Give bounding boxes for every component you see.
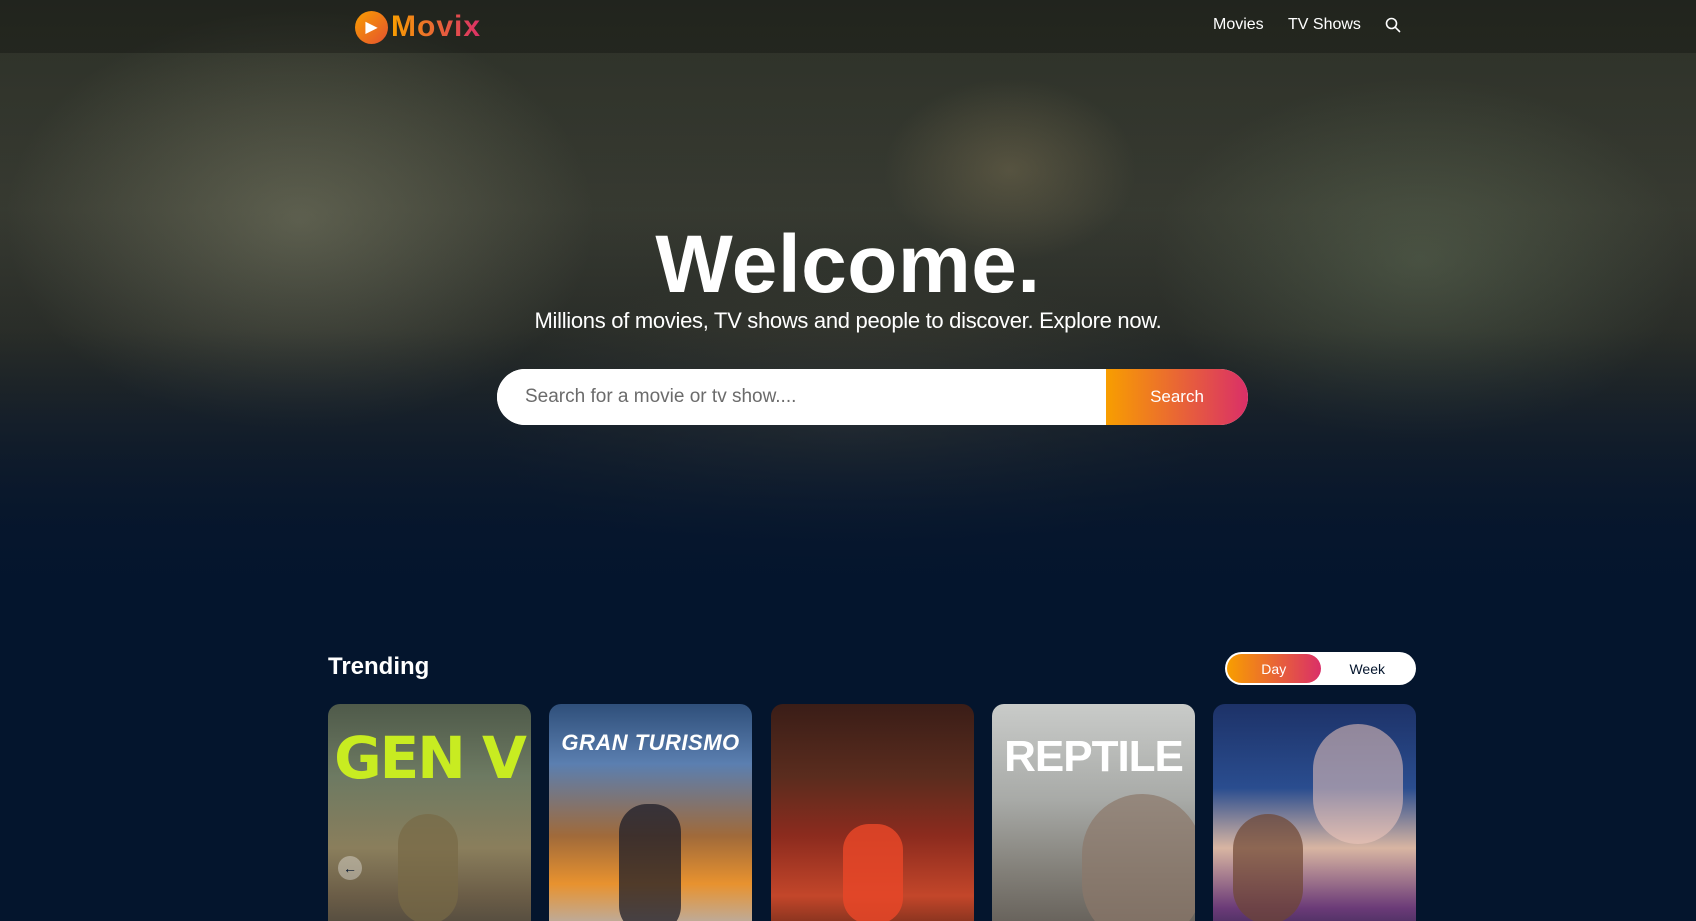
- poster-figure: [619, 804, 681, 921]
- movie-card[interactable]: REPTILE: [992, 704, 1195, 921]
- hero-content: Welcome. Millions of movies, TV shows an…: [0, 222, 1696, 334]
- poster-figure: [1313, 724, 1403, 844]
- search-input[interactable]: [497, 369, 1106, 425]
- tab-day[interactable]: Day: [1227, 654, 1321, 683]
- carousel-prev-icon[interactable]: ←: [338, 856, 362, 880]
- hero-subtitle: Millions of movies, TV shows and people …: [534, 308, 1162, 333]
- poster-title: GEN V: [334, 724, 527, 792]
- top-header: ▶ Movix Movies TV Shows: [0, 0, 1696, 53]
- hero-banner: Welcome. Millions of movies, TV shows an…: [0, 0, 1696, 600]
- search-button[interactable]: Search: [1106, 369, 1248, 425]
- movie-card[interactable]: GRAN TURISMO: [549, 704, 752, 921]
- tab-week[interactable]: Week: [1321, 654, 1415, 683]
- trending-section-title: Trending: [328, 653, 430, 680]
- poster-title: GRAN TURISMO: [561, 730, 740, 755]
- movie-card[interactable]: [1213, 704, 1416, 921]
- trending-carousel: GEN V ← GRAN TURISMO REPTILE: [328, 704, 1416, 921]
- nav-tv-shows[interactable]: TV Shows: [1288, 16, 1361, 34]
- hero-title: Welcome.: [655, 219, 1041, 310]
- poster-figure: [1233, 814, 1303, 921]
- poster-figure: [843, 824, 903, 921]
- poster-figure: [398, 814, 458, 921]
- poster-face: [1082, 794, 1195, 921]
- search-icon[interactable]: [1385, 17, 1403, 35]
- hero-search-bar: Search: [497, 369, 1248, 425]
- main-nav: Movies TV Shows: [0, 16, 1696, 38]
- movie-card[interactable]: GEN V ←: [328, 704, 531, 921]
- poster-title: REPTILE: [1004, 732, 1184, 781]
- movie-card[interactable]: [771, 704, 974, 921]
- trending-time-switch: Day Week: [1225, 652, 1416, 685]
- nav-movies[interactable]: Movies: [1213, 16, 1264, 34]
